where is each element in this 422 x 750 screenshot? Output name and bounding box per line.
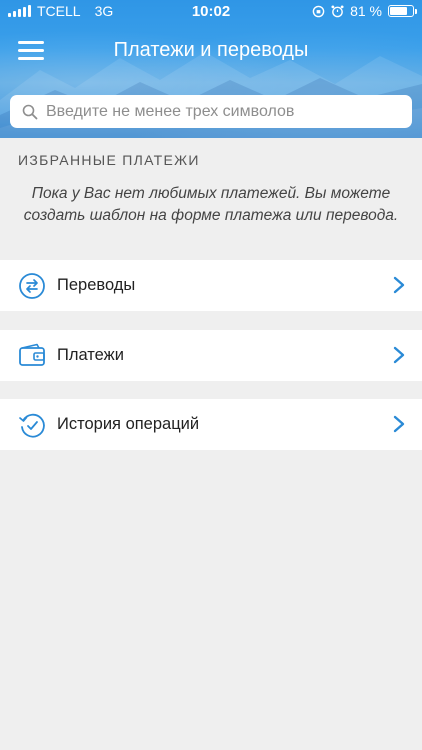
chevron-right-icon [393,346,405,364]
chevron-right-icon [393,276,405,294]
rotation-lock-icon [312,5,325,17]
favorites-title: ИЗБРАННЫЕ ПЛАТЕЖИ [18,152,200,168]
menu-item-history[interactable]: История операций [0,399,422,450]
history-clock-icon [19,413,45,438]
menu-item-label: История операций [57,415,200,433]
menu-item-transfers[interactable]: Переводы [0,260,422,311]
page-title: Платежи и переводы [113,39,309,61]
transfer-arrows-icon [19,273,45,299]
alarm-icon [331,4,344,17]
header-background: TCELL 3G 10:02 81 % Платежи и переводы [0,0,422,138]
nav-bar: Платежи и переводы [0,22,422,82]
chevron-right-icon [393,415,405,433]
search-input[interactable] [46,102,396,121]
battery-percent: 81 % [350,3,382,19]
search-box[interactable] [10,95,412,128]
status-bar: TCELL 3G 10:02 81 % [0,0,422,22]
favorites-empty-message: Пока у Вас нет любимых платежей. Вы може… [23,185,399,224]
battery-icon [388,5,417,17]
menu-item-label: Платежи [57,346,124,364]
wallet-icon [19,343,45,366]
menu-item-label: Переводы [57,276,136,294]
search-icon [22,104,38,119]
menu-item-payments[interactable]: Платежи [0,330,422,381]
